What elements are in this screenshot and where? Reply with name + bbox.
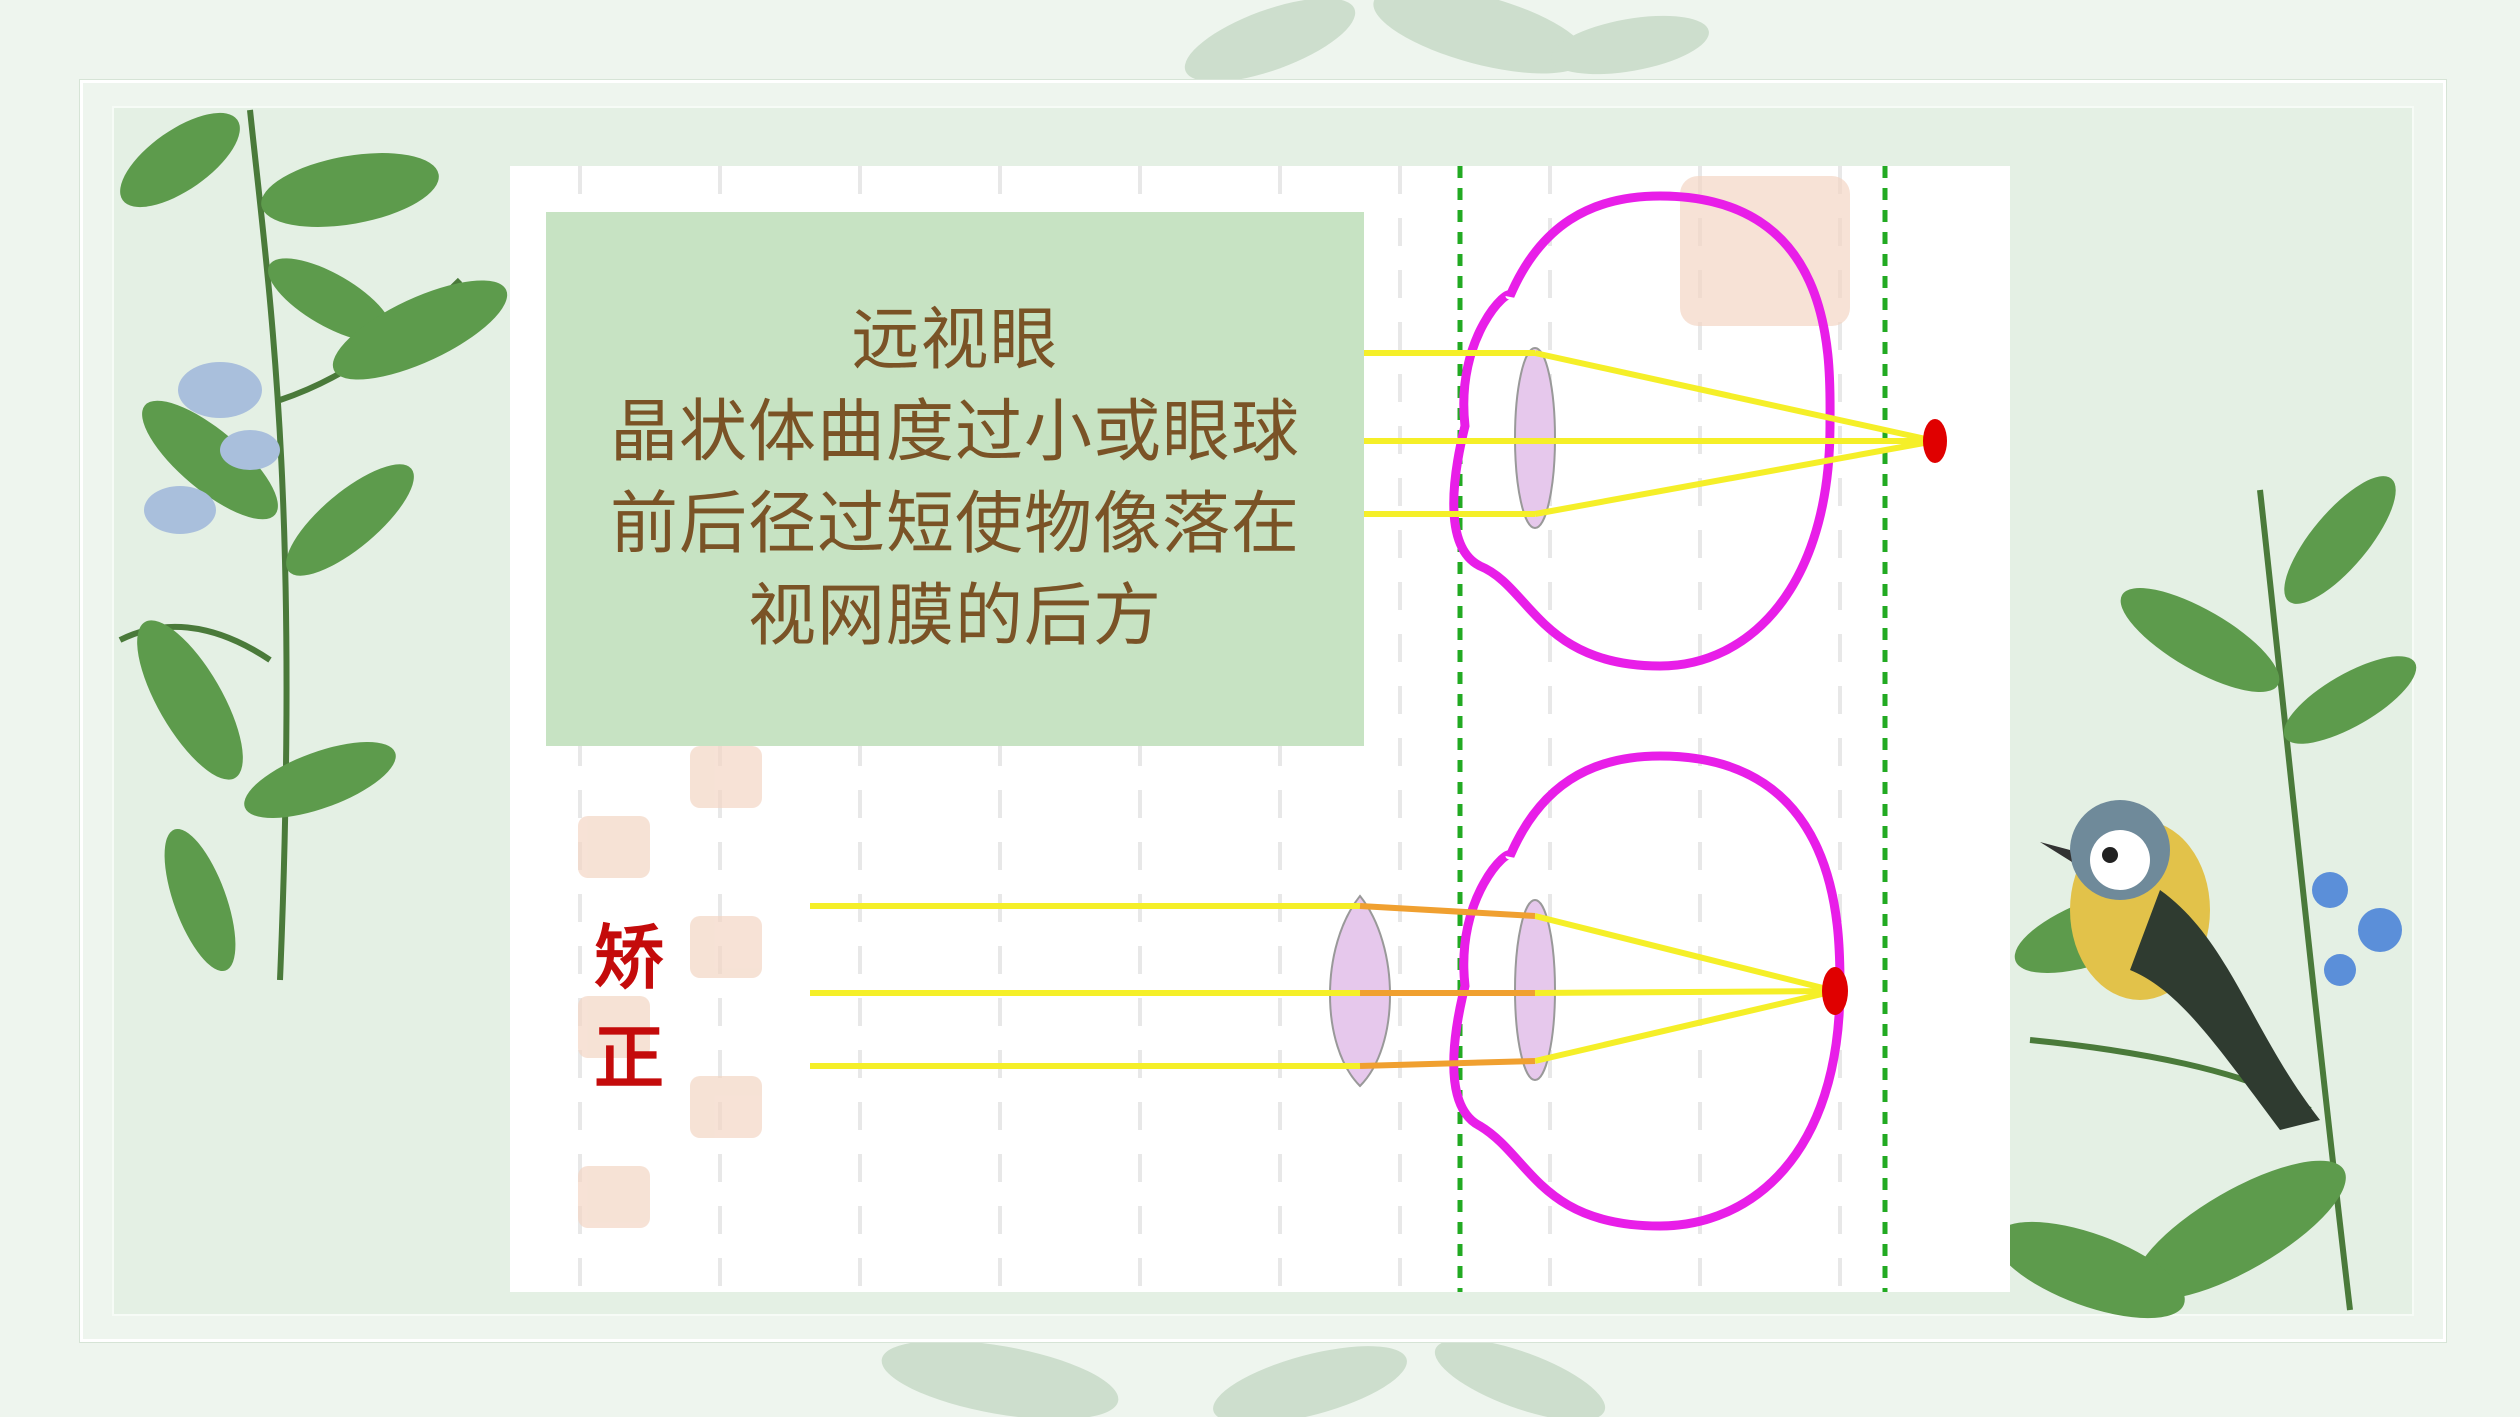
top-eye (1362, 191, 1947, 671)
bottom-eye (810, 751, 1848, 1231)
info-line-2: 前后径过短使物像落在 (609, 485, 1300, 564)
hyperopia-diagram-image: 远视眼 晶状体曲度过小或眼球 前后径过短使物像落在 视网膜的后方 矫 正 (510, 166, 2010, 1292)
top-focus-point (1923, 419, 1947, 463)
right-bird-branch-decoration (2010, 476, 2417, 1319)
correction-char-1: 矫 (594, 916, 664, 999)
info-title: 远视眼 (851, 301, 1059, 380)
hyperopia-info-box: 远视眼 晶状体曲度过小或眼球 前后径过短使物像落在 视网膜的后方 (546, 212, 1364, 746)
correction-char-2: 正 (594, 1016, 664, 1099)
bottom-focus-point (1822, 967, 1848, 1015)
info-line-1: 晶状体曲度过小或眼球 (609, 393, 1300, 472)
info-line-3: 视网膜的后方 (747, 577, 1162, 656)
